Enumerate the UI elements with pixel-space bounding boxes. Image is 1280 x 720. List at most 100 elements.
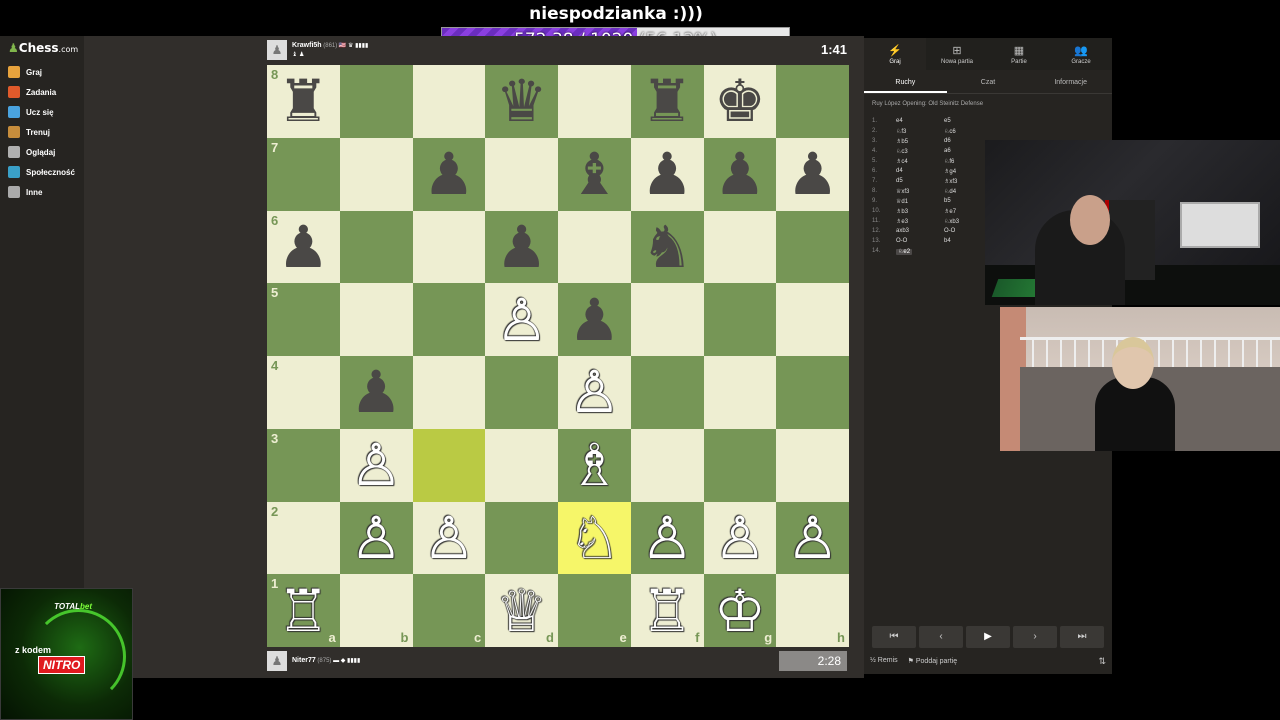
subtab-informacje[interactable]: Informacje	[1029, 72, 1112, 93]
chess-piece[interactable]: ♙	[714, 509, 766, 567]
white-move[interactable]: ♗e3	[896, 219, 908, 225]
square-e1[interactable]: e	[558, 574, 631, 647]
square-b4[interactable]: ♟	[339, 356, 413, 429]
chess-piece[interactable]: ♟	[496, 218, 548, 276]
square-a4[interactable]: 4	[267, 356, 340, 429]
square-d4[interactable]	[485, 356, 558, 429]
chess-piece[interactable]: ♝	[568, 145, 620, 203]
chess-piece[interactable]: ♙	[496, 291, 548, 349]
square-a1[interactable]: 1 a ♖	[267, 574, 340, 647]
square-b8[interactable]	[339, 65, 413, 138]
sidebar-item-inne[interactable]: Inne	[8, 184, 42, 200]
square-f1[interactable]: f ♖	[630, 574, 704, 647]
prev-move-button[interactable]: ‹	[919, 626, 963, 648]
chess-piece[interactable]: ♛	[496, 72, 548, 130]
sidebar-item-zadania[interactable]: Zadania	[8, 84, 56, 100]
square-e6[interactable]	[558, 210, 631, 284]
square-g5[interactable]	[703, 283, 777, 356]
square-e8[interactable]	[558, 65, 631, 138]
square-a7[interactable]: 7	[267, 137, 340, 211]
subtab-czat[interactable]: Czat	[947, 72, 1030, 93]
square-d2[interactable]	[485, 501, 558, 575]
chess-piece[interactable]: ♔	[714, 582, 766, 640]
chess-piece[interactable]: ♗	[568, 436, 620, 494]
square-a2[interactable]: 2	[267, 501, 340, 575]
next-move-button[interactable]: ›	[1013, 626, 1057, 648]
square-h7[interactable]: ♟	[776, 137, 849, 211]
last-move-button[interactable]: ⏭	[1060, 626, 1104, 648]
play-button[interactable]: ▶	[966, 626, 1010, 648]
chess-piece[interactable]: ♟	[350, 363, 402, 421]
square-g6[interactable]	[703, 210, 777, 284]
square-c4[interactable]	[412, 356, 486, 429]
square-f3[interactable]	[630, 428, 704, 502]
square-c5[interactable]	[412, 283, 486, 356]
chess-piece[interactable]: ♕	[496, 582, 548, 640]
white-move[interactable]: ♗c4	[896, 159, 908, 165]
chess-piece[interactable]: ♙	[423, 509, 475, 567]
square-e7[interactable]: ♝	[558, 137, 631, 211]
chess-piece[interactable]: ♜	[641, 72, 693, 130]
white-move[interactable]: O-O	[896, 238, 907, 244]
white-move[interactable]: e4	[896, 118, 903, 124]
chess-piece[interactable]: ♙	[568, 363, 620, 421]
tab-gracze[interactable]: 👥 Gracze	[1050, 38, 1112, 70]
sidebar-item-oglądaj[interactable]: Oglądaj	[8, 144, 55, 160]
square-b6[interactable]	[339, 210, 413, 284]
chess-piece[interactable]: ♟	[714, 145, 766, 203]
square-c8[interactable]	[412, 65, 486, 138]
square-g2[interactable]: ♙	[703, 501, 777, 575]
tab-nowa-partia[interactable]: ⊞ Nowa partia	[926, 38, 988, 70]
square-d7[interactable]	[485, 137, 558, 211]
square-e5[interactable]: ♟	[558, 283, 631, 356]
sidebar-item-trenuj[interactable]: Trenuj	[8, 124, 50, 140]
square-b3[interactable]: ♙	[339, 428, 413, 502]
tab-graj[interactable]: ⚡ Graj	[864, 38, 926, 70]
square-e3[interactable]: ♗	[558, 428, 631, 502]
square-b2[interactable]: ♙	[339, 501, 413, 575]
top-player-avatar[interactable]: ♟	[267, 40, 287, 60]
square-d5[interactable]: ♙	[485, 283, 558, 356]
square-c3[interactable]	[412, 428, 486, 502]
sidebar-item-ucz-się[interactable]: Ucz się	[8, 104, 54, 120]
chess-piece[interactable]: ♟	[277, 218, 329, 276]
square-e2[interactable]: ♘	[558, 501, 631, 575]
square-g8[interactable]: ♚	[703, 65, 777, 138]
flip-board-icon[interactable]: ⇅	[1098, 656, 1106, 667]
square-f5[interactable]	[630, 283, 704, 356]
chess-piece[interactable]: ♟	[423, 145, 475, 203]
square-a8[interactable]: 8 ♜	[267, 65, 340, 138]
white-move[interactable]: ♕xf3	[896, 189, 909, 195]
square-h3[interactable]	[776, 428, 849, 502]
black-move[interactable]: ♘c6	[944, 128, 992, 135]
chess-piece[interactable]: ♟	[787, 145, 839, 203]
white-move[interactable]: ♘f3	[896, 129, 906, 135]
draw-button[interactable]: ½ Remis	[870, 657, 898, 665]
square-a5[interactable]: 5	[267, 283, 340, 356]
square-c6[interactable]	[412, 210, 486, 284]
square-e4[interactable]: ♙	[558, 356, 631, 429]
square-h2[interactable]: ♙	[776, 501, 849, 575]
square-h5[interactable]	[776, 283, 849, 356]
chess-piece[interactable]: ♚	[714, 72, 766, 130]
resign-button[interactable]: ⚑ Poddaj partię	[908, 657, 958, 665]
chess-piece[interactable]: ♙	[350, 509, 402, 567]
square-c1[interactable]: c	[412, 574, 486, 647]
chess-piece[interactable]: ♙	[787, 509, 839, 567]
chess-piece[interactable]: ♙	[641, 509, 693, 567]
subtab-ruchy[interactable]: Ruchy	[864, 72, 947, 93]
square-c7[interactable]: ♟	[412, 137, 486, 211]
square-h4[interactable]	[776, 356, 849, 429]
white-move[interactable]: axb3	[896, 228, 909, 234]
chess-piece[interactable]: ♟	[568, 291, 620, 349]
white-move[interactable]: d5	[896, 178, 903, 184]
square-a6[interactable]: 6 ♟	[267, 210, 340, 284]
tab-partie[interactable]: ▦ Partie	[988, 38, 1050, 70]
chess-piece[interactable]: ♘	[568, 509, 620, 567]
sidebar-item-graj[interactable]: Graj	[8, 64, 42, 80]
top-player-name[interactable]: Krawfi5h	[292, 42, 322, 49]
square-f2[interactable]: ♙	[630, 501, 704, 575]
square-f8[interactable]: ♜	[630, 65, 704, 138]
chess-board[interactable]: 8 ♜ ♛ ♜ ♚ 7 ♟ ♝ ♟ ♟ ♟ 6 ♟ ♟ ♞ 5 ♙ ♟ 4 ♟ ♙ 3 ♙ ♗ 2 ♙ ♙ ♘ ♙ ♙ ♙ 1 a ♖ b c d ♕ e f…	[267, 65, 849, 647]
square-d6[interactable]: ♟	[485, 210, 558, 284]
